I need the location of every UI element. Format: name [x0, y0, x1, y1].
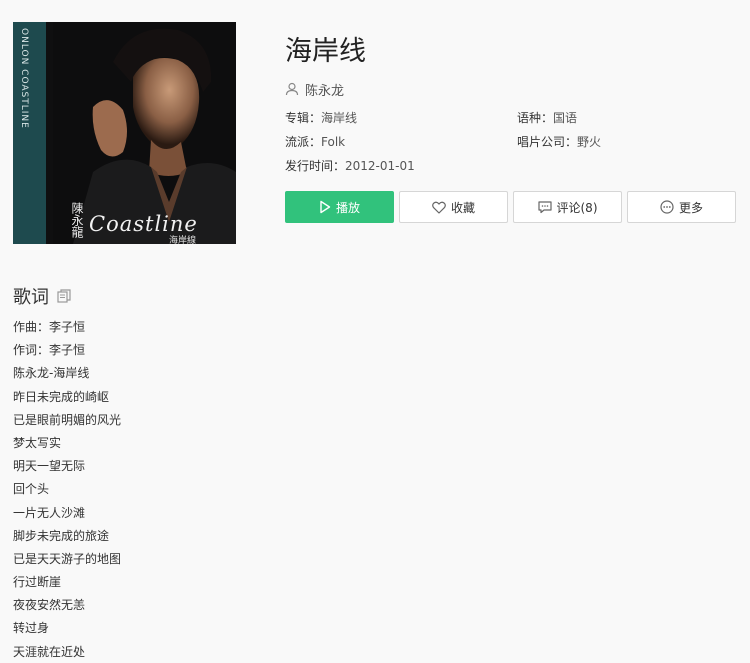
lyric-line: 脚步未完成的旅途	[13, 528, 110, 543]
album-label: 专辑：	[285, 111, 322, 125]
favorite-button[interactable]: 收藏	[399, 191, 508, 223]
lyric-line: 作词：李子恒	[13, 343, 86, 358]
lyric-line: 行过断崖	[13, 575, 62, 590]
song-title: 海岸线	[285, 36, 366, 67]
lyric-line: 天涯就在近处	[13, 644, 86, 659]
lyric-line: 已是天天游子的地图	[13, 551, 122, 566]
heart-icon	[432, 201, 446, 214]
genre-value: Folk	[321, 135, 346, 149]
artist-row[interactable]: 陈永龙	[285, 79, 344, 99]
lyric-line: 作曲：李子恒	[13, 320, 86, 334]
album-cover[interactable]: ONLON COASTLINE 陳永龍 Coastline 海岸線	[13, 22, 236, 244]
lyric-line: 陈永龙-海岸线	[13, 366, 90, 381]
lyric-line: 梦太写实	[13, 435, 62, 450]
copy-icon[interactable]	[57, 289, 71, 303]
artist-link[interactable]: 陈永龙	[305, 80, 344, 99]
cover-side-text: ONLON COASTLINE	[19, 28, 29, 129]
language-info: 语种：国语	[517, 110, 577, 126]
more-label: 更多	[678, 200, 703, 215]
genre-info: 流派：Folk	[285, 134, 345, 150]
album-link[interactable]: 海岸线	[321, 111, 357, 125]
comment-icon	[537, 200, 552, 213]
song-page: ONLON COASTLINE 陳永龍 Coastline 海岸線 海岸线 陈永…	[0, 0, 750, 663]
comment-button[interactable]: 评论(8)	[513, 191, 622, 223]
genre-label: 流派：	[285, 135, 322, 149]
cover-subtitle: 海岸線	[169, 236, 197, 244]
lyrics-title: 歌词	[13, 287, 49, 308]
play-label: 播放	[335, 200, 360, 215]
more-button[interactable]: 更多	[627, 191, 736, 223]
lyric-line: 已是眼前明媚的风光	[13, 412, 122, 427]
play-icon	[320, 200, 331, 214]
release-info: 发行时间：2012-01-01	[285, 158, 415, 174]
favorite-label: 收藏	[450, 200, 475, 215]
lyric-line: 转过身	[13, 621, 50, 636]
lyric-line: 昨日未完成的崎岖	[13, 389, 110, 404]
more-icon	[660, 200, 674, 214]
cover-artist-name: 陳永龍	[70, 202, 84, 238]
lyric-line: 回个头	[13, 482, 50, 497]
lyric-line: 一片无人沙滩	[13, 505, 86, 520]
lyric-line: 明天一望无际	[13, 459, 86, 474]
lyrics-heading: 歌词	[13, 283, 71, 309]
comment-label: 评论(8)	[556, 200, 598, 215]
album-info: 专辑：海岸线	[285, 110, 357, 126]
lyrics-list: 作曲：李子恒 作词：李子恒 陈永龙-海岸线昨日未完成的崎岖 已是眼前明媚的风光 梦太写实…	[13, 318, 121, 663]
record-label-value: 野火	[577, 135, 602, 149]
release-label: 发行时间：	[285, 159, 346, 173]
cover-side-band	[13, 22, 46, 244]
user-icon	[285, 82, 299, 96]
language-value: 国语	[553, 111, 578, 125]
play-button[interactable]: 播放	[285, 191, 394, 223]
record-label-info: 唱片公司：野火	[517, 134, 601, 150]
language-label: 语种：	[517, 111, 554, 125]
release-date: 2012-01-01	[345, 159, 415, 173]
record-label-label: 唱片公司：	[517, 135, 578, 149]
lyric-line: 夜夜安然无恙	[13, 598, 86, 613]
